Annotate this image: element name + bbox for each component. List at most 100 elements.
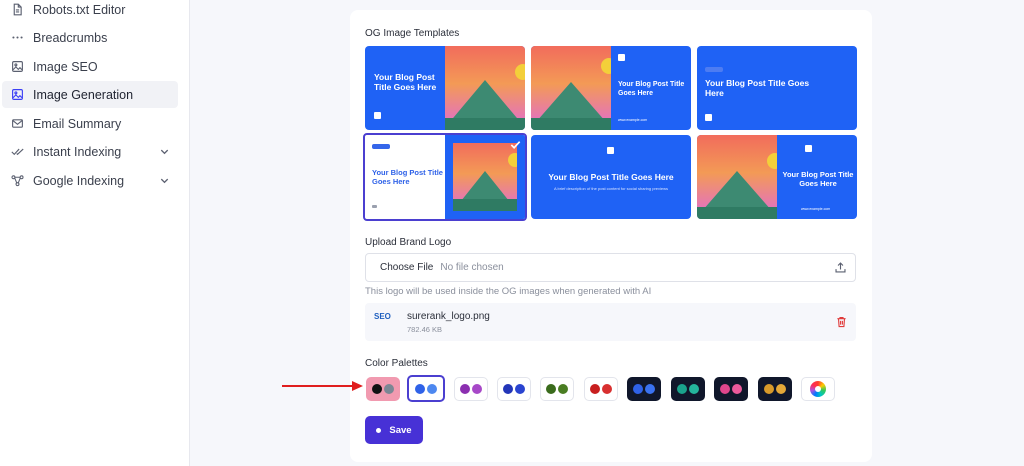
template-title: Your Blog Post Title Goes Here [372,168,443,186]
logo-thumbnail-text: SEO [374,312,391,321]
palette-5[interactable] [540,377,574,401]
save-dot-icon [376,427,382,433]
chevron-down-icon[interactable] [159,146,170,157]
palette-2[interactable] [407,375,445,402]
og-template-2[interactable]: Your Blog Post Title Goes Here www.examp… [531,46,691,130]
sidebar-item-instant-indexing[interactable]: Instant Indexing [2,138,178,165]
template-url: www.example.com [801,207,831,211]
og-templates-label: OG Image Templates [365,28,460,39]
template-chip [705,67,723,72]
palette-color [776,384,786,394]
sidebar-item-label: Image Generation [33,87,134,102]
mail-icon [11,117,24,130]
palette-color [515,384,525,394]
palette-color [677,384,687,394]
og-template-3[interactable]: Your Blog Post Title Goes Here [697,46,857,130]
template-logo [618,54,625,61]
palette-color [633,384,643,394]
template-logo [705,114,712,121]
color-palettes-label: Color Palettes [365,358,428,369]
palette-color [720,384,730,394]
palette-9[interactable] [714,377,748,401]
check-icon [509,138,522,151]
network-icon [11,174,24,187]
choose-file-button[interactable]: Choose File [380,262,433,273]
palette-7[interactable] [627,377,661,401]
trash-icon[interactable] [836,315,847,328]
sidebar-item-label: Email Summary [33,116,122,131]
sidebar: Robots.txt Editor Breadcrumbs Image SEO … [0,0,190,466]
template-chip [372,144,390,149]
sidebar-item-label: Instant Indexing [33,144,122,159]
template-image [445,46,525,130]
palette-color [427,383,437,394]
sidebar-item-robots-txt-editor[interactable]: Robots.txt Editor [2,0,178,23]
template-logo [374,112,381,119]
save-button[interactable]: Save [365,416,423,444]
no-file-text: No file chosen [440,262,504,273]
sidebar-item-label: Image SEO [33,59,98,74]
palette-10[interactable] [758,377,792,401]
sidebar-item-label: Robots.txt Editor [33,2,126,17]
palette-color [415,383,425,394]
template-image [697,135,777,219]
og-template-4[interactable]: Your Blog Post Title Goes Here [363,133,527,221]
annotation-arrow-icon [282,381,363,391]
palette-color [558,384,568,394]
og-template-6[interactable]: Your Blog Post Title Goes Here www.examp… [697,135,857,219]
palette-color [546,384,556,394]
logo-thumbnail: SEO [374,312,396,330]
double-check-icon [11,145,24,158]
uploaded-logo-row: SEO surerank_logo.png 782.46 KB [365,303,856,341]
palette-color [590,384,600,394]
og-template-5[interactable]: Your Blog Post Title Goes Here A brief d… [531,135,691,219]
palette-color [689,384,699,394]
template-image [453,143,517,211]
palette-1[interactable] [366,377,400,401]
palette-8[interactable] [671,377,705,401]
image-generation-card: OG Image Templates Your Blog Post Title … [350,10,872,462]
sidebar-item-image-seo[interactable]: Image SEO [2,53,178,80]
palette-6[interactable] [584,377,618,401]
palette-color [764,384,774,394]
template-description: A brief description of the post content … [553,186,669,191]
upload-logo-label: Upload Brand Logo [365,237,452,248]
logo-file-input[interactable]: Choose File No file chosen [365,253,856,282]
upload-icon[interactable] [834,261,847,274]
template-logo [805,145,812,152]
template-title: Your Blog Post Title Goes Here [705,78,810,98]
palette-color [645,384,655,394]
file-icon [11,3,24,16]
og-template-1[interactable]: Your Blog Post Title Goes Here [365,46,525,130]
palette-color [384,384,394,394]
upload-hint: This logo will be used inside the OG ima… [365,286,652,297]
chevron-down-icon[interactable] [159,175,170,186]
template-logo [372,205,377,208]
sidebar-item-label: Google Indexing [33,173,125,188]
custom-palette-button[interactable] [801,377,835,401]
image-icon [11,60,24,73]
palette-4[interactable] [497,377,531,401]
sidebar-item-email-summary[interactable]: Email Summary [2,110,178,137]
palette-3[interactable] [454,377,488,401]
template-url: www.example.com [618,118,648,122]
sidebar-item-label: Breadcrumbs [33,30,108,45]
template-title: Your Blog Post Title Goes Here [548,172,674,182]
dots-icon [11,31,24,44]
palette-color [460,384,470,394]
image-generation-icon [11,88,24,101]
template-title: Your Blog Post Title Goes Here [782,170,854,188]
sidebar-item-image-generation[interactable]: Image Generation [2,81,178,108]
template-logo [607,147,614,154]
palette-color [503,384,513,394]
sidebar-item-google-indexing[interactable]: Google Indexing [2,167,178,194]
palette-color [372,384,382,394]
palette-color [602,384,612,394]
color-wheel-icon [810,381,826,397]
palette-color [472,384,482,394]
save-button-label: Save [389,424,412,436]
template-title: Your Blog Post Title Goes Here [374,72,437,92]
logo-file-size: 782.46 KB [407,325,443,334]
palette-color [732,384,742,394]
sidebar-item-breadcrumbs[interactable]: Breadcrumbs [2,24,178,51]
